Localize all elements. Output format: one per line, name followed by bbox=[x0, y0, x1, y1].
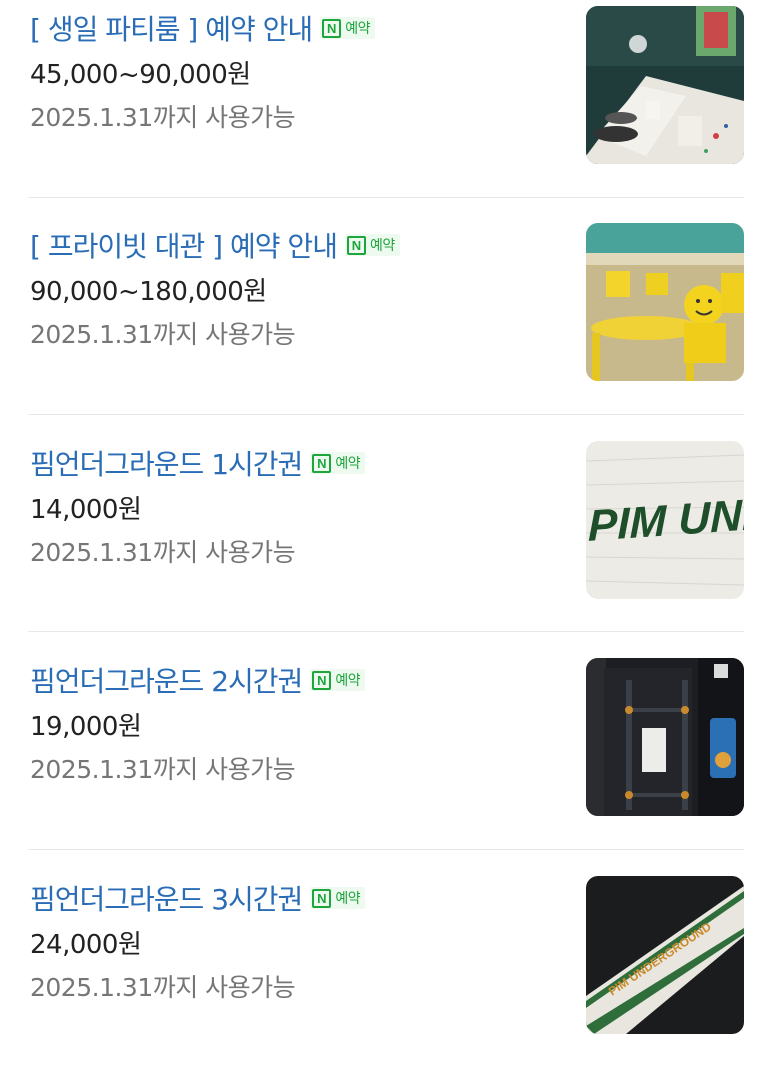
title-row: [ 생일 파티룸 ] 예약 안내 N 예약 bbox=[30, 8, 375, 48]
naver-n-icon: N bbox=[322, 18, 342, 38]
product-thumbnail[interactable]: PIM UNDE bbox=[586, 441, 744, 599]
product-title[interactable]: [ 프라이빗 대관 ] 예약 안내 bbox=[30, 225, 338, 265]
naver-n-icon: N bbox=[346, 235, 366, 255]
naver-booking-badge: N 예약 bbox=[320, 17, 375, 39]
divider bbox=[28, 197, 744, 198]
product-title[interactable]: 핌언더그라운드 1시간권 bbox=[30, 443, 303, 483]
validity-text: 2025.1.31까지 사용가능 bbox=[30, 320, 296, 349]
product-title[interactable]: 핌언더그라운드 3시간권 bbox=[30, 878, 303, 918]
pim-wall-photo: PIM UNDE bbox=[586, 441, 744, 599]
title-row: 핌언더그라운드 2시간권 N 예약 bbox=[30, 660, 366, 700]
badge-label: 예약 bbox=[345, 21, 370, 37]
validity-text: 2025.1.31까지 사용가능 bbox=[30, 103, 296, 132]
product-price: 24,000원 bbox=[30, 930, 142, 960]
naver-n-icon: N bbox=[312, 888, 332, 908]
title-row: [ 프라이빗 대관 ] 예약 안내 N 예약 bbox=[30, 225, 400, 265]
badge-label: 예약 bbox=[335, 891, 361, 907]
list-item[interactable]: 핌언더그라운드 3시간권 N 예약 24,000원 2025.1.31까지 사용… bbox=[28, 870, 744, 1087]
naver-booking-badge: N 예약 bbox=[310, 669, 366, 691]
badge-label: 예약 bbox=[335, 673, 361, 689]
title-row: 핌언더그라운드 3시간권 N 예약 bbox=[30, 878, 366, 918]
validity-text: 2025.1.31까지 사용가능 bbox=[30, 538, 296, 567]
naver-booking-badge: N 예약 bbox=[344, 234, 400, 256]
sign-photo: PIM UNDERGROUND bbox=[586, 876, 744, 1034]
badge-label: 예약 bbox=[335, 456, 361, 472]
naver-n-icon: N bbox=[312, 670, 332, 690]
party-room-photo bbox=[586, 6, 744, 164]
title-row: 핌언더그라운드 1시간권 N 예약 bbox=[30, 443, 366, 483]
naver-booking-badge: N 예약 bbox=[310, 887, 366, 909]
list-item[interactable]: [ 프라이빗 대관 ] 예약 안내 N 예약 90,000~180,000원 2… bbox=[28, 217, 744, 434]
naver-n-icon: N bbox=[312, 453, 332, 473]
private-rental-photo bbox=[586, 223, 744, 381]
validity-text: 2025.1.31까지 사용가능 bbox=[30, 755, 296, 784]
product-price: 14,000원 bbox=[30, 495, 142, 525]
product-thumbnail[interactable] bbox=[586, 223, 744, 381]
list-item[interactable]: [ 생일 파티룸 ] 예약 안내 N 예약 45,000~90,000원 202… bbox=[28, 0, 744, 217]
product-thumbnail[interactable]: PIM UNDERGROUND bbox=[586, 876, 744, 1034]
product-list: [ 생일 파티룸 ] 예약 안내 N 예약 45,000~90,000원 202… bbox=[0, 0, 773, 1051]
divider bbox=[28, 414, 744, 415]
product-price: 90,000~180,000원 bbox=[30, 277, 267, 307]
divider bbox=[28, 631, 744, 632]
product-thumbnail[interactable] bbox=[586, 658, 744, 816]
divider bbox=[28, 849, 744, 850]
product-thumbnail[interactable] bbox=[586, 6, 744, 164]
badge-label: 예약 bbox=[369, 238, 395, 254]
entrance-photo bbox=[586, 658, 744, 816]
product-price: 45,000~90,000원 bbox=[30, 60, 251, 90]
product-price: 19,000원 bbox=[30, 712, 142, 742]
validity-text: 2025.1.31까지 사용가능 bbox=[30, 973, 296, 1002]
product-title[interactable]: 핌언더그라운드 2시간권 bbox=[30, 660, 303, 700]
list-item[interactable]: 핌언더그라운드 2시간권 N 예약 19,000원 2025.1.31까지 사용… bbox=[28, 652, 744, 869]
list-item[interactable]: 핌언더그라운드 1시간권 N 예약 14,000원 2025.1.31까지 사용… bbox=[28, 435, 744, 652]
product-title[interactable]: [ 생일 파티룸 ] 예약 안내 bbox=[30, 8, 313, 48]
naver-booking-badge: N 예약 bbox=[310, 452, 366, 474]
